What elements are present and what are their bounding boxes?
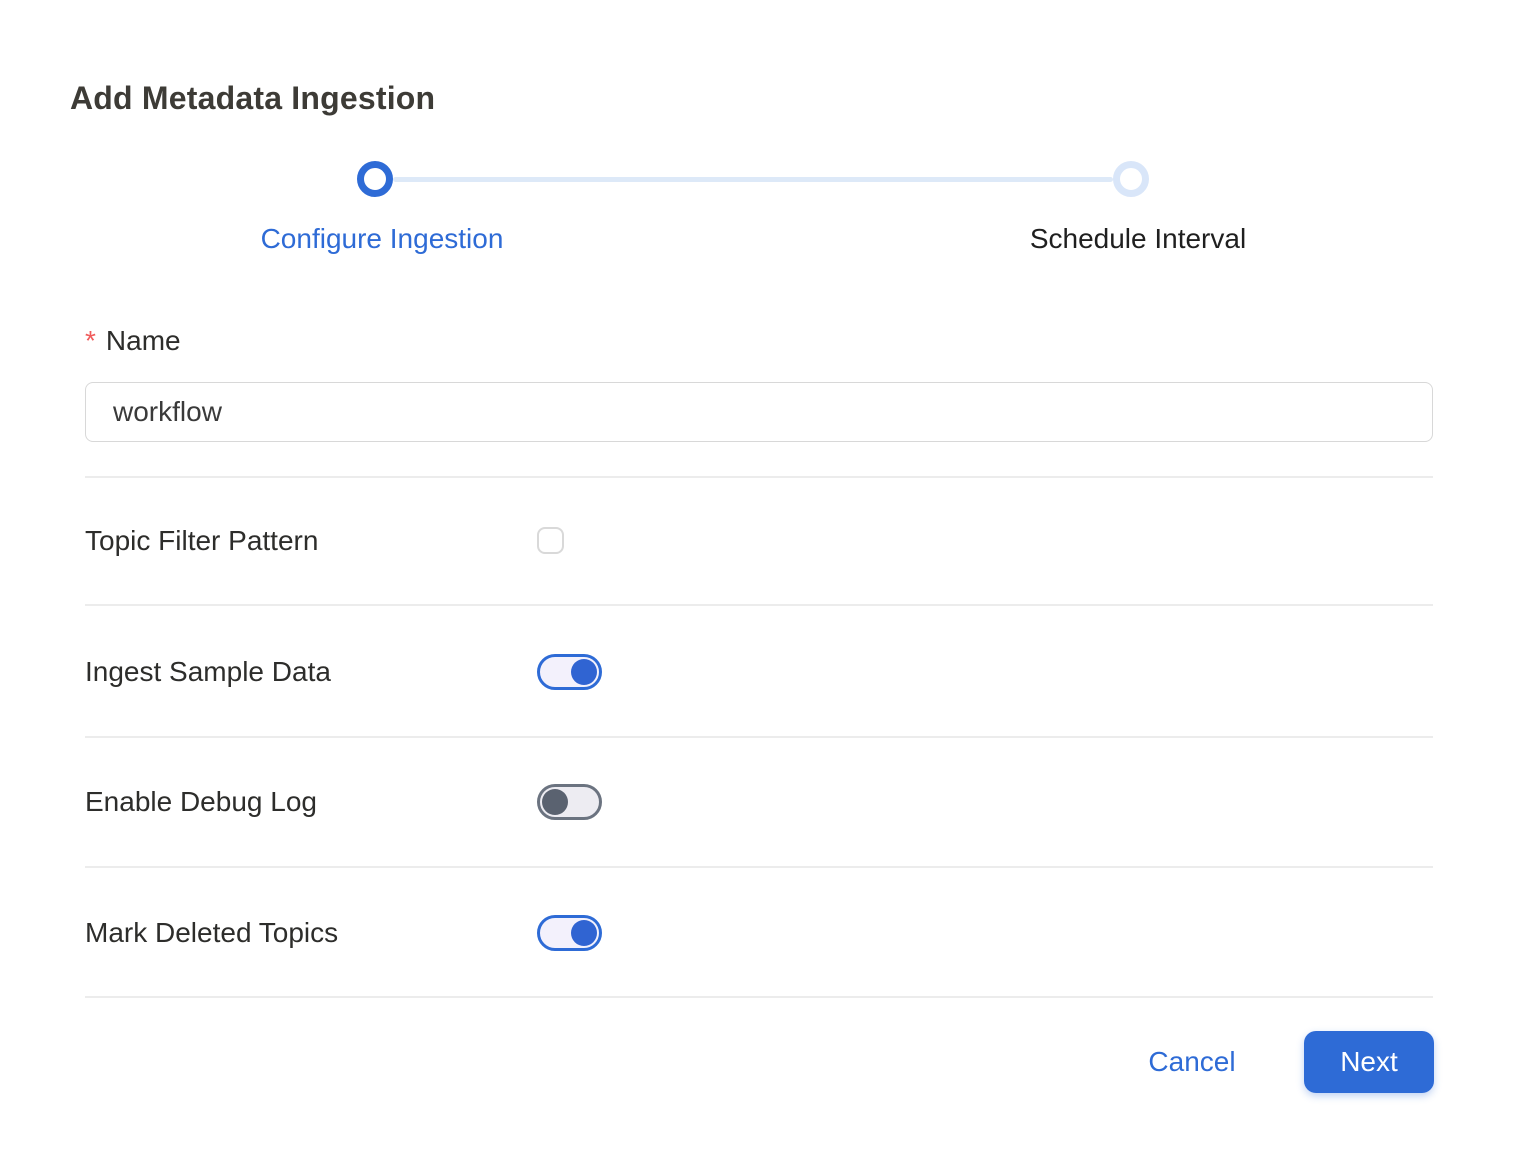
- divider: [85, 604, 1433, 606]
- toggle-knob: [571, 659, 597, 685]
- name-field-label: * Name: [85, 324, 181, 358]
- mark-deleted-topics-label: Mark Deleted Topics: [85, 916, 338, 950]
- stepper-connector-line: [393, 177, 1113, 182]
- cancel-button[interactable]: Cancel: [1148, 1045, 1235, 1079]
- next-button[interactable]: Next: [1304, 1031, 1434, 1093]
- topic-filter-pattern-label: Topic Filter Pattern: [85, 524, 318, 558]
- name-field-label-text: Name: [106, 325, 181, 356]
- toggle-knob: [542, 789, 568, 815]
- name-input[interactable]: [85, 382, 1433, 442]
- required-asterisk: *: [85, 325, 96, 356]
- divider: [85, 996, 1433, 998]
- page-title: Add Metadata Ingestion: [70, 80, 435, 117]
- step-indicator-configure-ingestion: [357, 161, 393, 197]
- step-label-schedule-interval: Schedule Interval: [1030, 222, 1246, 256]
- topic-filter-pattern-checkbox[interactable]: [537, 527, 564, 554]
- toggle-knob: [571, 920, 597, 946]
- divider: [85, 736, 1433, 738]
- divider: [85, 866, 1433, 868]
- enable-debug-log-toggle[interactable]: [537, 784, 602, 820]
- step-indicator-schedule-interval: [1113, 161, 1149, 197]
- mark-deleted-topics-toggle[interactable]: [537, 915, 602, 951]
- ingest-sample-data-label: Ingest Sample Data: [85, 655, 331, 689]
- enable-debug-log-label: Enable Debug Log: [85, 785, 317, 819]
- ingest-sample-data-toggle[interactable]: [537, 654, 602, 690]
- divider: [85, 476, 1433, 478]
- step-label-configure-ingestion: Configure Ingestion: [261, 222, 504, 256]
